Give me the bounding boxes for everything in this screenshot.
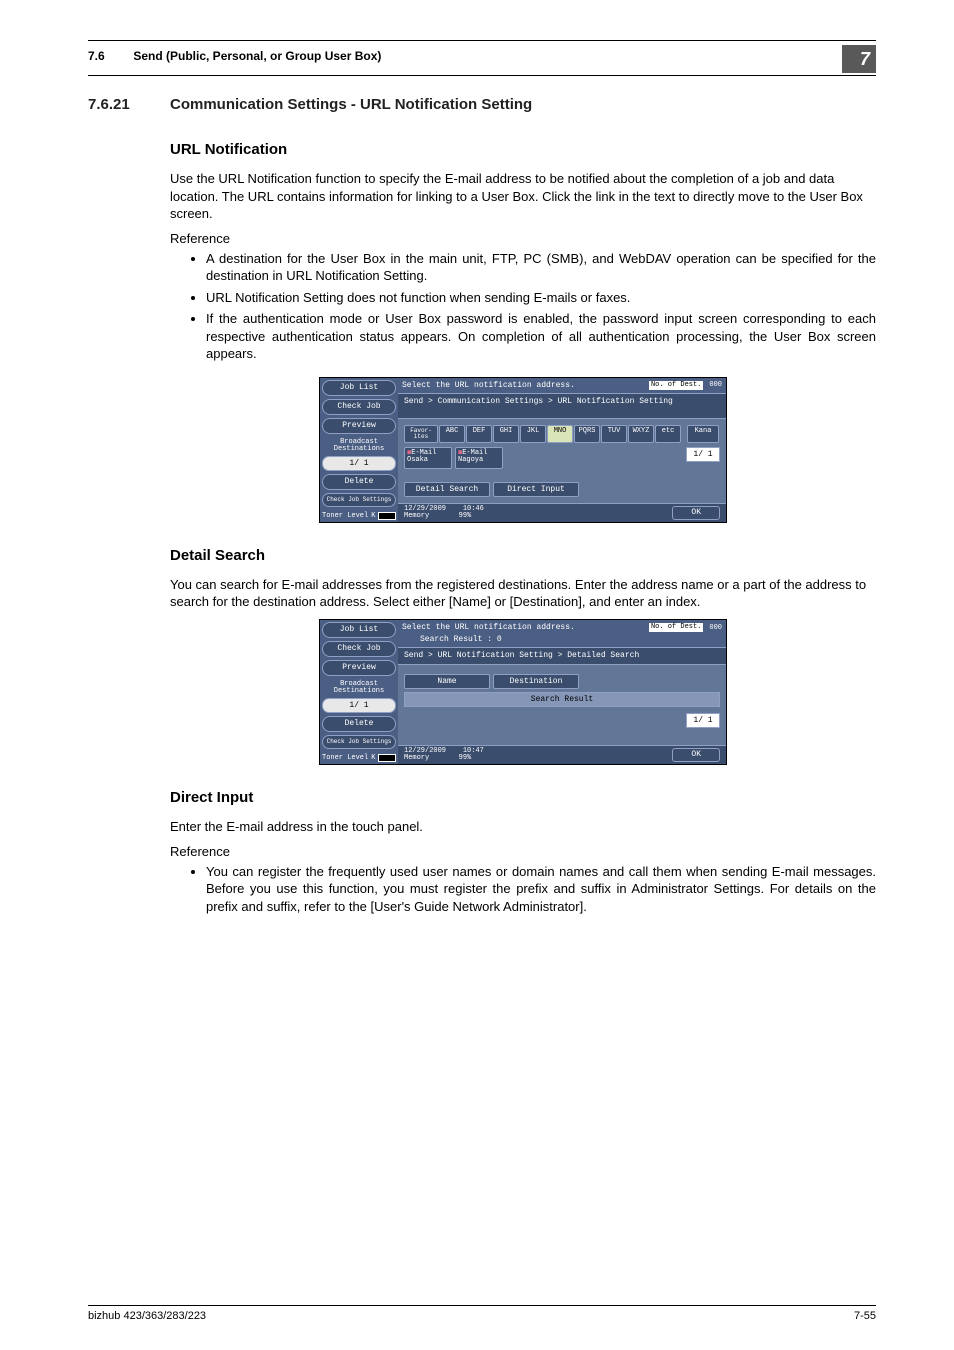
ok-button[interactable]: OK (672, 748, 720, 762)
broadcast-label: Broadcast Destinations (322, 439, 396, 453)
reference-label: Reference (170, 844, 876, 859)
reference-item: A destination for the User Box in the ma… (206, 250, 876, 285)
check-job-settings-button[interactable]: Check Job Settings (322, 493, 396, 507)
breadcrumb: Send > Communication Settings > URL Noti… (398, 393, 726, 419)
destination-card[interactable]: ◼E-MailOsaka (404, 447, 452, 469)
search-result-bar: Search Result (404, 692, 720, 707)
reference-item: If the authentication mode or User Box p… (206, 310, 876, 363)
timestamp: 12/29/2009 10:47 Memory 99% (404, 748, 484, 762)
header-section-number: 7.6 (88, 49, 130, 63)
name-button[interactable]: Name (404, 674, 490, 689)
tab-kana[interactable]: Kana (687, 425, 719, 443)
job-list-button[interactable]: Job List (322, 380, 396, 396)
page-box: 1/ 1 (686, 447, 720, 462)
delete-button[interactable]: Delete (322, 474, 396, 490)
footer-model: bizhub 423/363/283/223 (88, 1310, 206, 1322)
tab-wxyz[interactable]: WXYZ (628, 425, 654, 443)
toner-level: Toner Level K (322, 512, 396, 520)
section-title: Communication Settings - URL Notificatio… (170, 96, 532, 113)
job-list-button[interactable]: Job List (322, 622, 396, 638)
timestamp: 12/29/2009 10:46 Memory 99% (404, 506, 484, 520)
dest-count: No. of Dest. 000 (649, 623, 722, 632)
paragraph: Enter the E-mail address in the touch pa… (170, 818, 876, 836)
toner-level: Toner Level K (322, 754, 396, 762)
direct-input-button[interactable]: Direct Input (493, 482, 579, 497)
ok-button[interactable]: OK (672, 506, 720, 520)
touch-screen-2: Job List Check Job Preview Broadcast Des… (319, 619, 727, 765)
preview-button[interactable]: Preview (322, 418, 396, 434)
reference-list: You can register the frequently used use… (170, 863, 876, 916)
page-indicator: 1/ 1 (322, 456, 396, 471)
subheading-url-notification: URL Notification (170, 141, 876, 158)
breadcrumb: Send > URL Notification Setting > Detail… (398, 647, 726, 665)
tab-jkl[interactable]: JKL (520, 425, 546, 443)
reference-list: A destination for the User Box in the ma… (170, 250, 876, 363)
chapter-badge: 7 (842, 45, 876, 73)
reference-item: You can register the frequently used use… (206, 863, 876, 916)
preview-button[interactable]: Preview (322, 660, 396, 676)
dest-count: No. of Dest. 000 (649, 381, 722, 390)
section-number: 7.6.21 (88, 96, 170, 113)
subheading-detail-search: Detail Search (170, 547, 876, 564)
tab-def[interactable]: DEF (466, 425, 492, 443)
page-box: 1/ 1 (686, 713, 720, 728)
touch-screen-1: Job List Check Job Preview Broadcast Des… (319, 377, 727, 523)
footer-page: 7-55 (854, 1310, 876, 1322)
running-header: 7.6 Send (Public, Personal, or Group Use… (88, 45, 381, 63)
check-job-button[interactable]: Check Job (322, 399, 396, 415)
tab-mno[interactable]: MNO (547, 425, 573, 443)
check-job-button[interactable]: Check Job (322, 641, 396, 657)
broadcast-label: Broadcast Destinations (322, 681, 396, 695)
subheading-direct-input: Direct Input (170, 789, 876, 806)
check-job-settings-button[interactable]: Check Job Settings (322, 735, 396, 749)
destination-button[interactable]: Destination (493, 674, 579, 689)
tab-ghi[interactable]: GHI (493, 425, 519, 443)
header-section-title: Send (Public, Personal, or Group User Bo… (133, 49, 381, 63)
page-indicator: 1/ 1 (322, 698, 396, 713)
tab-favorites[interactable]: Favor- ites (404, 425, 438, 443)
search-result-count: Search Result : 0 (398, 635, 726, 647)
tab-pqrs[interactable]: PQRS (574, 425, 600, 443)
reference-item: URL Notification Setting does not functi… (206, 289, 876, 307)
paragraph: Use the URL Notification function to spe… (170, 170, 876, 223)
delete-button[interactable]: Delete (322, 716, 396, 732)
prompt-message: Select the URL notification address. (402, 623, 575, 632)
destination-card[interactable]: ◼E-MailNagoya (455, 447, 503, 469)
tab-tuv[interactable]: TUV (601, 425, 627, 443)
tab-abc[interactable]: ABC (439, 425, 465, 443)
detail-search-button[interactable]: Detail Search (404, 482, 490, 497)
prompt-message: Select the URL notification address. (402, 381, 575, 390)
reference-label: Reference (170, 231, 876, 246)
tab-etc[interactable]: etc (655, 425, 681, 443)
paragraph: You can search for E-mail addresses from… (170, 576, 876, 611)
